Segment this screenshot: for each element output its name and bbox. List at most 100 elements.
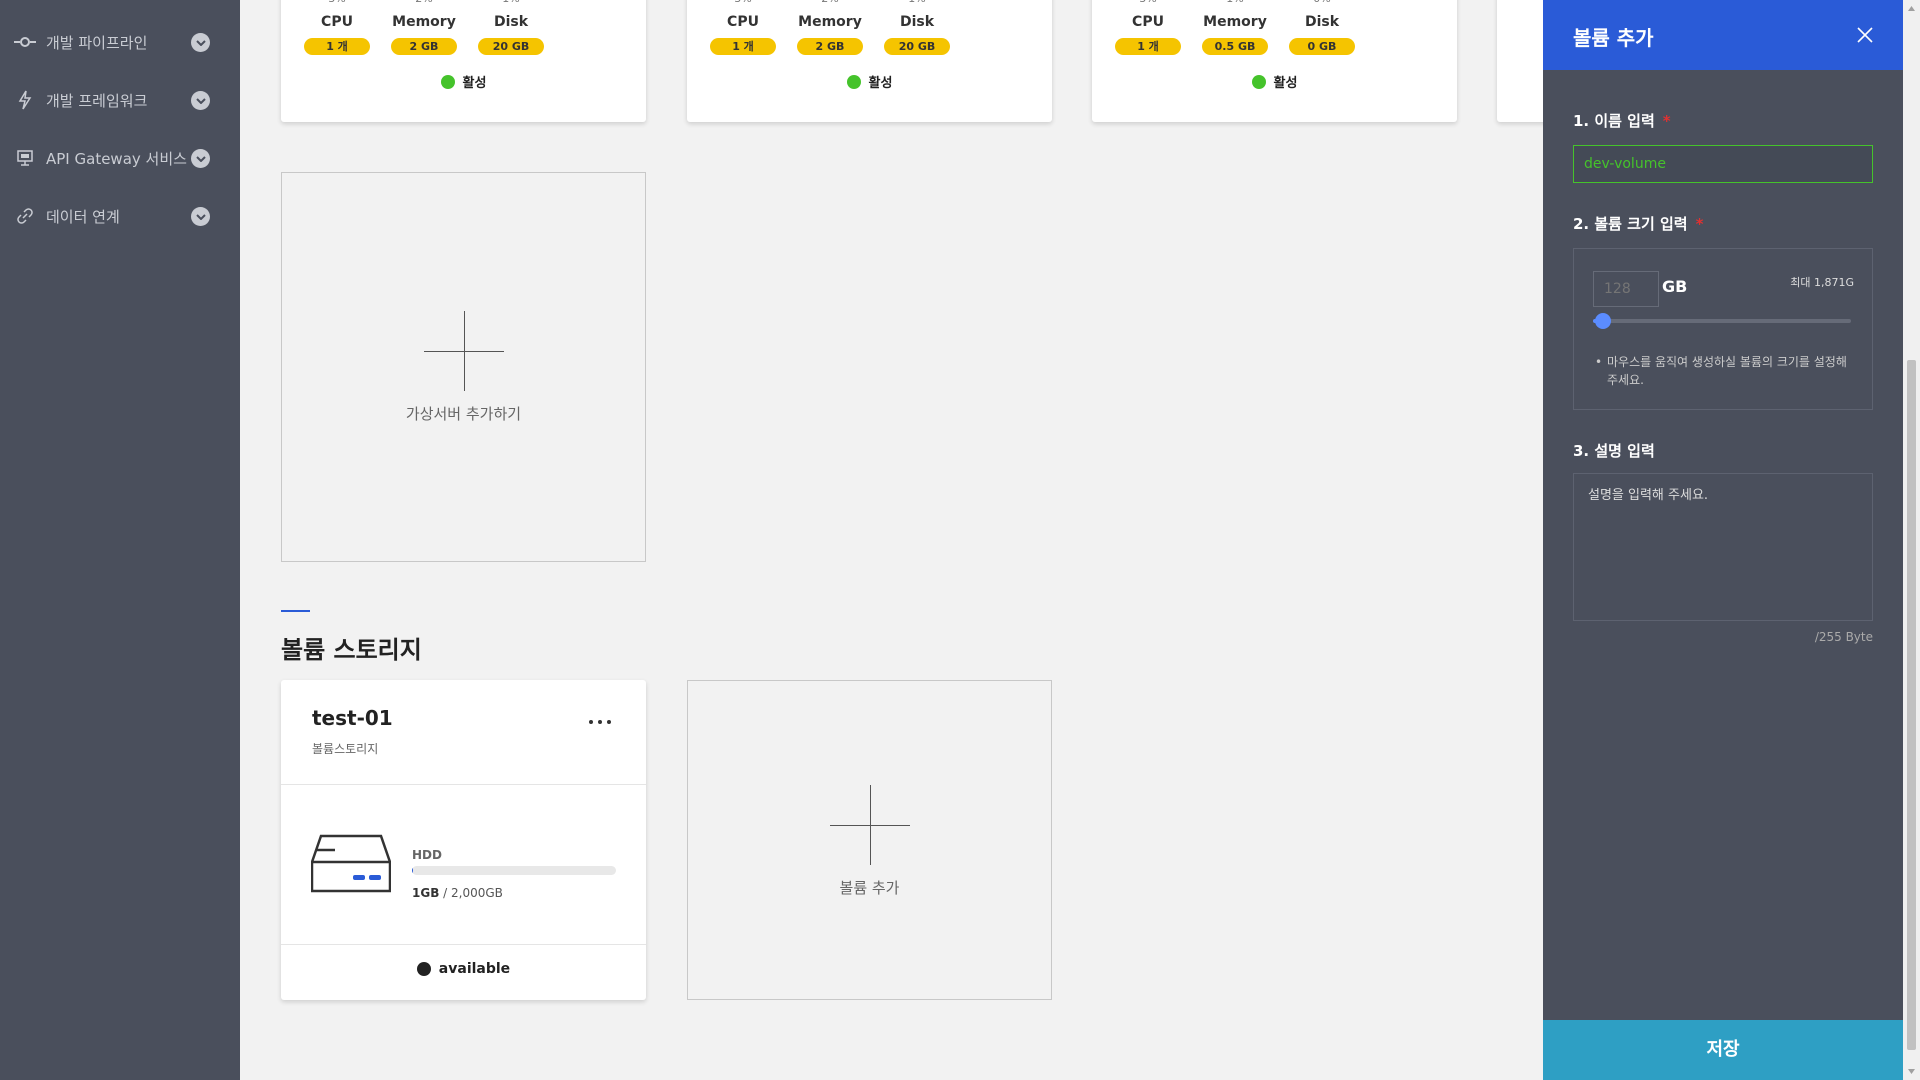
status-text: available [438,961,511,977]
volume-name-input[interactable] [1573,145,1873,183]
metric-badge: 2 GB [797,38,863,55]
size-help: 마우스를 움직여 생성하실 볼륨의 크기를 설정해 주세요. [1593,353,1855,389]
status-text: 활성 [868,76,893,91]
metric-badge: 20 GB [478,38,544,55]
size-slider-track[interactable] [1593,319,1851,323]
metric-badge: 1 개 [304,38,370,55]
metric-label: CPU [727,14,759,30]
add-volume-button[interactable]: 볼륨 추가 [687,680,1052,1000]
link-icon [14,205,36,227]
metric-percent: 3% [301,0,373,5]
more-icon[interactable] [589,720,611,724]
divider [281,944,646,945]
name-label-text: 1. 이름 입력 [1573,112,1655,130]
plus-icon [830,825,910,826]
size-slider-handle[interactable] [1594,313,1611,329]
volume-size-input[interactable] [1593,271,1659,307]
metric-percent: 0% [1286,0,1358,5]
byte-counter: /255 Byte [1814,630,1873,644]
metric-badge: 2 GB [391,38,457,55]
chevron-down-icon[interactable] [191,33,210,52]
volume-name: test-01 [312,706,393,730]
metric-label: CPU [1132,14,1164,30]
description-textarea[interactable] [1573,473,1873,621]
chevron-down-icon[interactable] [191,207,210,226]
metric-cpu: 3% CPU 1 개 [707,0,779,55]
monitor-icon [14,147,36,169]
metric-memory: 1% Memory 0.5 GB [1199,0,1271,55]
metric-badge: 1 개 [710,38,776,55]
divider [281,784,646,785]
metric-cpu: 3% CPU 1 개 [1112,0,1184,55]
status-text: 활성 [462,76,487,91]
scroll-up-icon[interactable] [1903,0,1920,17]
usage-bar [412,866,616,875]
metric-label: Memory [392,14,456,30]
sidebar-item-label: 개발 프레임워크 [46,91,148,110]
metric-percent: 2% [388,0,460,5]
close-icon[interactable] [1855,25,1875,45]
add-vm-label: 가상서버 추가하기 [405,405,522,423]
sidebar-item-api-gateway[interactable]: API Gateway 서비스 [0,138,240,178]
metric-percent: 1% [881,0,953,5]
metric-label: Memory [798,14,862,30]
status-text: 활성 [1273,76,1298,91]
sidebar-item-dev-pipeline[interactable]: 개발 파이프라인 [0,22,240,62]
metric-memory: 2% Memory 2 GB [794,0,866,55]
status-dot-icon [440,74,455,89]
vm-card[interactable]: 3% CPU 1 개 2% Memory 2 GB 1% Disk 20 GB … [281,0,646,122]
desc-label: 3. 설명 입력 [1573,442,1655,460]
metric-disk: 1% Disk 20 GB [475,0,547,55]
usage-text: 1GB / 2,000GB [412,886,503,900]
required-mark: * [1662,112,1671,130]
vm-status: 활성 [281,72,646,91]
metric-label: Disk [1304,14,1340,30]
pipeline-icon [14,31,36,53]
name-label: 1. 이름 입력 * [1573,110,1671,131]
volume-type: HDD [412,848,442,862]
size-label: 2. 볼륨 크기 입력 * [1573,213,1703,234]
metric-label: Memory [1203,14,1267,30]
chevron-down-icon[interactable] [191,91,210,110]
chevron-down-icon[interactable] [191,149,210,168]
section-divider [281,610,310,612]
scroll-down-icon[interactable] [1903,1063,1920,1080]
scrollbar[interactable] [1903,0,1920,1080]
volume-status: available [281,961,646,977]
status-dot-icon [416,962,431,976]
sidebar-item-data-link[interactable]: 데이터 연계 [0,196,240,236]
sidebar-item-label: 데이터 연계 [46,207,120,226]
add-vm-button[interactable]: 가상서버 추가하기 [281,172,646,562]
size-unit: GB [1662,277,1688,296]
vm-status: 활성 [687,72,1052,91]
metric-percent: 3% [1112,0,1184,5]
metric-badge: 0.5 GB [1202,38,1268,55]
vm-card[interactable] [1497,0,1543,122]
save-button[interactable]: 저장 [1543,1020,1903,1080]
metric-cpu: 3% CPU 1 개 [301,0,373,55]
plus-icon [424,351,504,352]
main-content: 3% CPU 1 개 2% Memory 2 GB 1% Disk 20 GB … [240,0,1543,1080]
sidebar-item-label: 개발 파이프라인 [46,33,148,52]
volume-card[interactable]: test-01 볼륨스토리지 HDD 1GB / 2,000GB availab… [281,680,646,1000]
lightning-icon [14,89,36,111]
sidebar-item-dev-framework[interactable]: 개발 프레임워크 [0,80,240,120]
size-max: 최대 1,871G [1790,276,1854,289]
metric-percent: 1% [1199,0,1271,5]
panel-title: 볼륨 추가 [1573,26,1654,50]
vm-card[interactable]: 3% CPU 1 개 2% Memory 2 GB 1% Disk 20 GB … [687,0,1052,122]
metric-label: Disk [493,14,529,30]
metric-label: CPU [321,14,353,30]
status-dot-icon [1251,74,1266,89]
vm-card[interactable]: 3% CPU 1 개 1% Memory 0.5 GB 0% Disk 0 GB… [1092,0,1457,122]
metric-badge: 20 GB [884,38,950,55]
metric-disk: 0% Disk 0 GB [1286,0,1358,55]
add-volume-panel: 볼륨 추가 1. 이름 입력 * 2. 볼륨 크기 입력 * GB 최대 1,871… [1543,0,1903,1080]
metric-label: Disk [899,14,935,30]
vm-status: 활성 [1092,72,1457,91]
add-volume-label: 볼륨 추가 [839,879,900,897]
metric-badge: 1 개 [1115,38,1181,55]
metric-badge: 0 GB [1289,38,1355,55]
scrollbar-thumb[interactable] [1907,360,1916,1050]
usage-total: / 2,000GB [439,886,503,900]
